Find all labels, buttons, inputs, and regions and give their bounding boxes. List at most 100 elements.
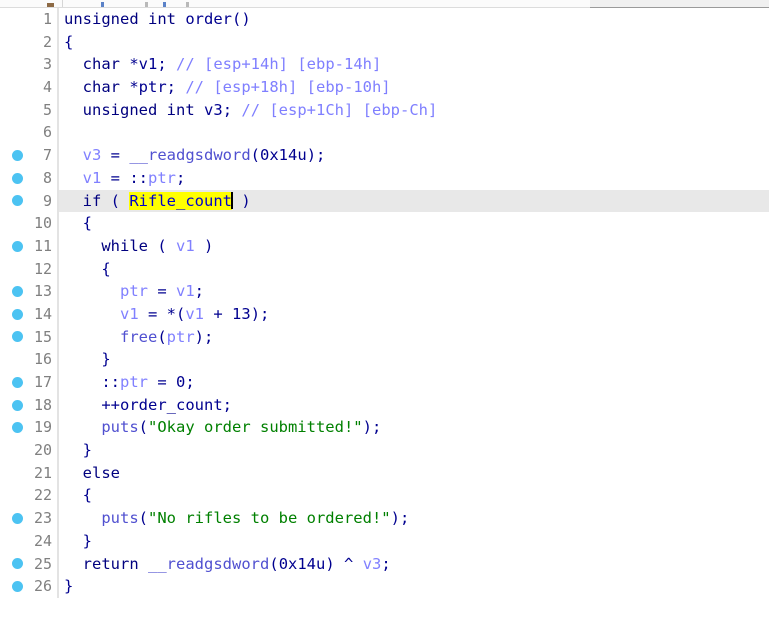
code-text[interactable]: puts("Okay order submitted!"); <box>59 416 381 439</box>
line-gutter[interactable]: 7 <box>0 144 58 167</box>
breakpoint-dot-icon[interactable] <box>12 512 23 524</box>
code-line[interactable]: 22 { <box>0 484 769 508</box>
code-text[interactable] <box>59 121 64 144</box>
line-gutter[interactable]: 13 <box>0 280 58 303</box>
breakpoint-dot-icon[interactable] <box>12 172 23 184</box>
line-gutter[interactable]: 22 <box>0 484 58 508</box>
toolbar-item-3[interactable] <box>163 2 166 7</box>
code-line[interactable]: 25 return __readgsdword(0x14u) ^ v3; <box>0 552 769 576</box>
code-text[interactable]: } <box>59 530 92 553</box>
code-line[interactable]: 9 if ( Rifle_count ) <box>0 189 769 213</box>
line-gutter[interactable]: 24 <box>0 529 58 553</box>
breakpoint-dot-icon[interactable] <box>12 581 23 593</box>
code-line[interactable]: 15 free(ptr); <box>0 325 769 349</box>
code-text[interactable]: while ( v1 ) <box>59 235 213 258</box>
breakpoint-dot-icon[interactable] <box>12 195 23 207</box>
code-text[interactable]: return __readgsdword(0x14u) ^ v3; <box>59 553 391 576</box>
toolbar-icon[interactable] <box>47 3 54 7</box>
line-gutter[interactable]: 18 <box>0 393 58 417</box>
code-text[interactable]: } <box>59 575 73 598</box>
code-line[interactable]: 11 while ( v1 ) <box>0 234 769 258</box>
code-text[interactable]: free(ptr); <box>59 326 213 349</box>
code-line[interactable]: 21 else <box>0 461 769 485</box>
code-text[interactable]: v3 = __readgsdword(0x14u); <box>59 144 326 167</box>
code-line[interactable]: 14 v1 = *(v1 + 13); <box>0 302 769 326</box>
code-text[interactable]: { <box>59 212 92 235</box>
line-gutter[interactable]: 11 <box>0 234 58 258</box>
code-text[interactable]: { <box>59 31 73 54</box>
breakpoint-dot-icon[interactable] <box>12 422 23 434</box>
line-gutter[interactable]: 17 <box>0 371 58 394</box>
code-line[interactable]: 19 puts("Okay order submitted!"); <box>0 416 769 440</box>
breakpoint-dot-icon[interactable] <box>12 149 23 161</box>
code-line[interactable]: 17 ::ptr = 0; <box>0 371 769 394</box>
code-line[interactable]: 23 puts("No rifles to be ordered!"); <box>0 507 769 530</box>
code-token: ); <box>194 327 214 346</box>
code-line[interactable]: 4 char *ptr; // [esp+18h] [ebp-10h] <box>0 76 769 99</box>
code-text[interactable]: ::ptr = 0; <box>59 371 194 394</box>
breakpoint-dot-icon[interactable] <box>12 558 23 570</box>
line-gutter[interactable]: 1 <box>0 8 58 31</box>
toolbar-item-2[interactable] <box>145 2 148 7</box>
line-gutter[interactable]: 26 <box>0 575 58 598</box>
line-gutter[interactable]: 4 <box>0 76 58 99</box>
line-gutter[interactable]: 9 <box>0 189 58 213</box>
code-text[interactable]: ++order_count; <box>59 394 232 417</box>
line-gutter[interactable]: 5 <box>0 98 58 122</box>
code-text[interactable]: char *ptr; // [esp+18h] [ebp-10h] <box>59 76 391 99</box>
code-text[interactable]: } <box>59 348 110 371</box>
code-text[interactable]: ptr = v1; <box>59 280 204 303</box>
code-text[interactable]: } <box>59 439 92 462</box>
code-line[interactable]: 6 <box>0 121 769 145</box>
code-text[interactable]: { <box>59 484 92 507</box>
breakpoint-dot-icon[interactable] <box>12 240 23 252</box>
line-gutter[interactable]: 14 <box>0 302 58 326</box>
line-gutter[interactable]: 3 <box>0 53 58 77</box>
code-line[interactable]: 13 ptr = v1; <box>0 280 769 303</box>
code-line[interactable]: 8 v1 = ::ptr; <box>0 166 769 190</box>
code-line[interactable]: 5 unsigned int v3; // [esp+1Ch] [ebp-Ch] <box>0 98 769 122</box>
code-line[interactable]: 20 } <box>0 439 769 462</box>
breakpoint-dot-icon[interactable] <box>12 308 23 320</box>
code-line[interactable]: 2{ <box>0 30 769 54</box>
code-text[interactable]: unsigned int v3; // [esp+1Ch] [ebp-Ch] <box>59 99 438 122</box>
line-gutter[interactable]: 23 <box>0 507 58 530</box>
breakpoint-dot-icon[interactable] <box>12 331 23 343</box>
code-line[interactable]: 3 char *v1; // [esp+14h] [ebp-14h] <box>0 53 769 77</box>
line-gutter[interactable]: 25 <box>0 552 58 576</box>
code-text[interactable]: unsigned int order() <box>59 8 251 31</box>
code-text[interactable]: char *v1; // [esp+14h] [ebp-14h] <box>59 53 382 76</box>
breakpoint-dot-icon[interactable] <box>12 399 23 411</box>
pseudocode-editor[interactable]: 1 unsigned int order() 2{3 char *v1; // [e… <box>0 8 769 629</box>
line-gutter[interactable]: 12 <box>0 257 58 281</box>
breakpoint-dot-icon[interactable] <box>12 286 23 298</box>
code-text[interactable]: if ( Rifle_count ) <box>59 189 251 213</box>
code-text[interactable]: v1 = *(v1 + 13); <box>59 303 269 326</box>
code-line[interactable]: 24 } <box>0 529 769 553</box>
code-line[interactable]: 1 unsigned int order() <box>0 8 769 31</box>
code-text[interactable]: v1 = ::ptr; <box>59 167 186 190</box>
code-text[interactable]: puts("No rifles to be ordered!"); <box>59 507 409 530</box>
breakpoint-dot-icon[interactable] <box>12 376 23 388</box>
line-gutter[interactable]: 10 <box>0 212 58 235</box>
code-line[interactable]: 12 { <box>0 257 769 281</box>
toolbar-item-4[interactable] <box>186 2 189 7</box>
code-line[interactable]: 7 v3 = __readgsdword(0x14u); <box>0 144 769 167</box>
code-token: ; <box>166 78 186 97</box>
toolbar-item-1[interactable] <box>101 2 104 7</box>
code-line[interactable]: 26} <box>0 575 769 598</box>
code-text[interactable]: else <box>59 462 120 485</box>
line-gutter[interactable]: 16 <box>0 348 58 371</box>
code-line[interactable]: 18 ++order_count; <box>0 393 769 417</box>
line-gutter[interactable]: 6 <box>0 121 58 145</box>
line-gutter[interactable]: 20 <box>0 439 58 462</box>
line-gutter[interactable]: 15 <box>0 325 58 349</box>
line-gutter[interactable]: 19 <box>0 416 58 440</box>
line-gutter[interactable]: 21 <box>0 461 58 485</box>
line-gutter[interactable]: 2 <box>0 30 58 54</box>
line-gutter[interactable]: 8 <box>0 166 58 190</box>
code-line[interactable]: 10 { <box>0 212 769 235</box>
code-line[interactable]: 16 } <box>0 348 769 371</box>
code-text[interactable]: { <box>59 258 110 281</box>
